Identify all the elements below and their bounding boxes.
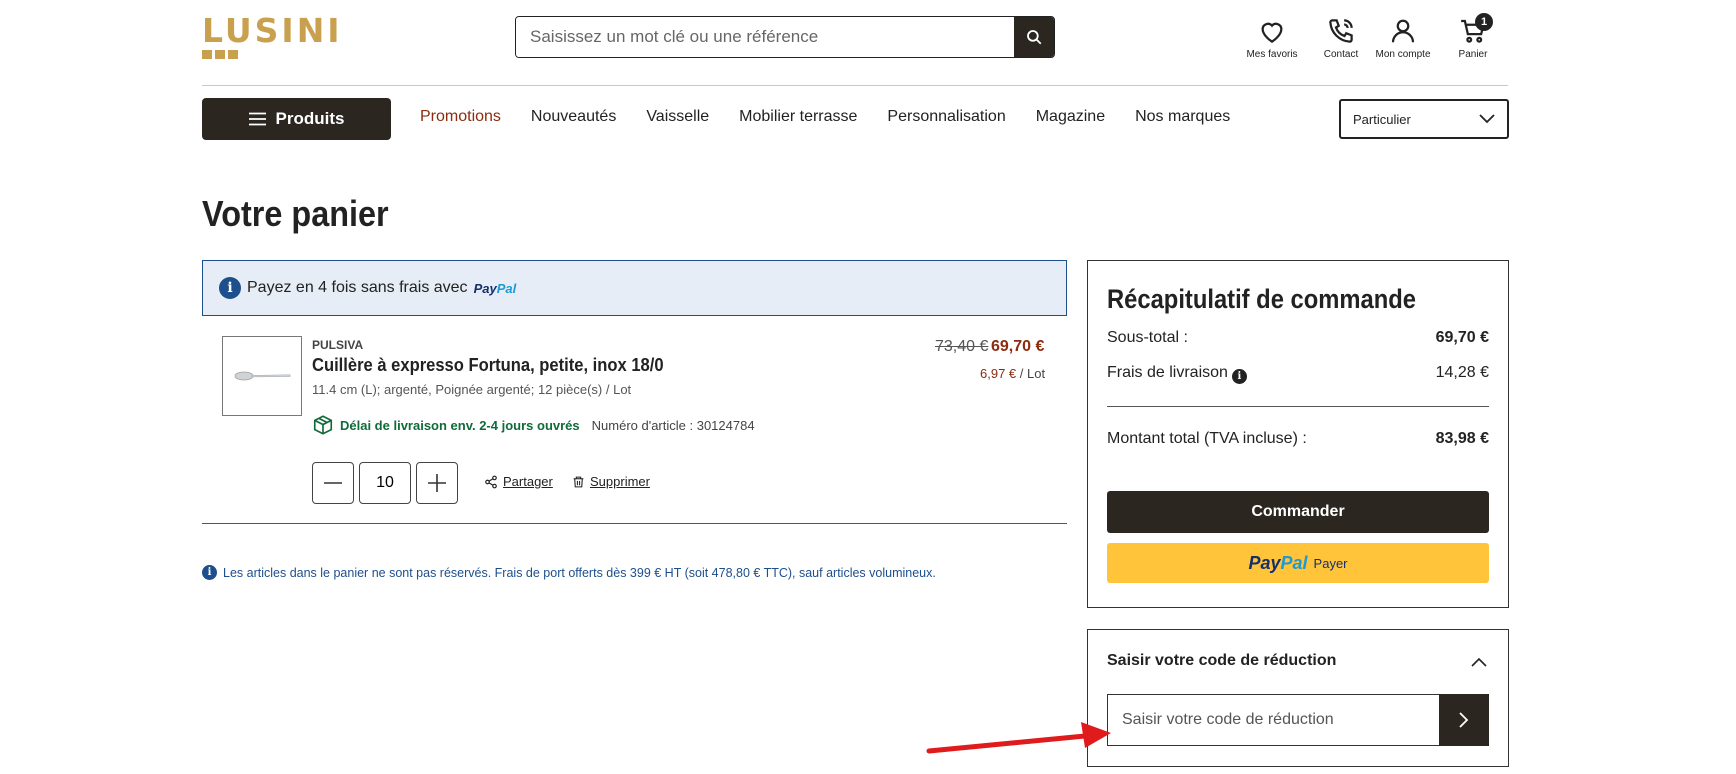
paypal-pay-label: Payer — [1313, 555, 1348, 571]
paypal-logo: PayPal — [474, 281, 517, 296]
current-price: 69,70 € — [991, 338, 1045, 355]
nav-item-nos-marques[interactable]: Nos marques — [1135, 108, 1230, 126]
cart-reservation-note: i Les articles dans le panier ne sont pa… — [202, 565, 936, 580]
delivery-time: Délai de livraison env. 2-4 jours ouvrés — [340, 417, 580, 433]
product-name[interactable]: Cuillère à expresso Fortuna, petite, ino… — [312, 355, 664, 376]
info-icon: i — [219, 277, 241, 299]
nav-item-vaisselle[interactable]: Vaisselle — [646, 108, 709, 126]
cart-link[interactable]: 1 Panier — [1443, 13, 1503, 60]
info-icon: i — [202, 565, 217, 580]
share-label: Partager — [503, 474, 553, 489]
discount-title[interactable]: Saisir votre code de réduction — [1107, 652, 1336, 670]
account-link[interactable]: Mon compte — [1373, 16, 1433, 60]
share-link[interactable]: Partager — [484, 474, 553, 489]
summary-title: Récapitulatif de commande — [1107, 284, 1416, 314]
unit-price-suffix: / Lot — [1016, 366, 1046, 381]
nav-item-mobilier-terrasse[interactable]: Mobilier terrasse — [739, 108, 857, 126]
cart-label: Panier — [1458, 49, 1488, 60]
delete-label: Supprimer — [590, 474, 650, 489]
subtotal-label: Sous-total : — [1107, 329, 1188, 346]
quantity-decrease-button[interactable] — [312, 462, 354, 504]
shipping-label-wrap: Frais de livraison i — [1107, 364, 1247, 384]
main-nav: Promotions Nouveautés Vaisselle Mobilier… — [420, 108, 1230, 126]
page-title: Votre panier — [202, 193, 389, 234]
paypal-installments-banner: i Payez en 4 fois sans frais avec PayPal — [202, 260, 1067, 316]
shipping-value: 14,28 € — [1435, 364, 1489, 381]
subtotal-row: Sous-total : 69,70 € — [1107, 329, 1489, 347]
minus-icon — [324, 482, 342, 484]
paypal-pay-button[interactable]: PayPal Payer — [1107, 543, 1489, 583]
unit-price: 6,97 € / Lot — [980, 366, 1045, 381]
paypal-logo: PayPal — [1248, 553, 1307, 574]
customer-type-value: Particulier — [1353, 111, 1411, 127]
chevron-down-icon — [1479, 114, 1495, 124]
product-brand: PULSIVA — [312, 338, 364, 352]
nav-item-nouveautes[interactable]: Nouveautés — [531, 108, 616, 126]
search-bar — [515, 16, 1055, 58]
delivery-info: Délai de livraison env. 2-4 jours ouvrés… — [312, 414, 755, 436]
chevron-up-icon — [1471, 657, 1487, 667]
nav-item-personnalisation[interactable]: Personnalisation — [887, 108, 1005, 126]
discount-collapse-toggle[interactable] — [1471, 654, 1487, 672]
lusini-logo[interactable]: LUSINI — [202, 14, 343, 59]
header-divider — [202, 85, 1508, 86]
old-price: 73,40 € — [935, 338, 989, 355]
summary-divider — [1107, 406, 1489, 407]
total-label: Montant total (TVA incluse) : — [1107, 430, 1307, 447]
unit-price-value: 6,97 € — [980, 366, 1017, 381]
delete-link[interactable]: Supprimer — [572, 474, 650, 489]
product-thumbnail[interactable] — [222, 336, 302, 416]
annotation-arrow — [926, 722, 1111, 754]
favorites-label: Mes favoris — [1246, 49, 1298, 60]
chevron-right-icon — [1459, 712, 1469, 728]
user-icon — [1391, 19, 1415, 43]
subtotal-value: 69,70 € — [1435, 329, 1489, 346]
order-button[interactable]: Commander — [1107, 491, 1489, 533]
hamburger-icon — [248, 112, 266, 126]
contact-link[interactable]: Contact — [1311, 16, 1371, 60]
paypal-logo-part2: Pal — [496, 280, 517, 296]
products-menu-button[interactable]: Produits — [202, 98, 391, 140]
product-description: 11.4 cm (L); argenté, Poignée argenté; 1… — [312, 382, 632, 397]
shipping-info-icon[interactable]: i — [1231, 369, 1247, 384]
shipping-label: Frais de livraison — [1107, 364, 1228, 381]
package-icon — [313, 415, 333, 435]
paypal-logo-part1: Pay — [473, 280, 497, 296]
account-label: Mon compte — [1375, 49, 1431, 60]
search-input[interactable] — [516, 17, 1014, 57]
total-value: 83,98 € — [1435, 430, 1489, 447]
article-number: Numéro d'article : 30124784 — [591, 417, 755, 433]
contact-label: Contact — [1323, 49, 1359, 60]
nav-item-promotions[interactable]: Promotions — [420, 108, 501, 126]
nav-item-magazine[interactable]: Magazine — [1036, 108, 1105, 126]
cart-note-text: Les articles dans le panier ne sont pas … — [223, 565, 936, 580]
plus-icon — [428, 474, 446, 492]
customer-type-select[interactable]: Particulier — [1339, 99, 1509, 139]
paypal-logo-part2: Pal — [1280, 552, 1308, 573]
phone-icon — [1329, 19, 1353, 43]
logo-text: LUSINI — [202, 11, 343, 50]
cart-count-badge: 1 — [1475, 13, 1493, 31]
quantity-increase-button[interactable] — [416, 462, 458, 504]
product-divider — [202, 523, 1067, 524]
paypal-logo-part1: Pay — [1248, 552, 1281, 573]
search-button[interactable] — [1014, 17, 1054, 57]
discount-code-input[interactable] — [1107, 694, 1439, 746]
favorites-link[interactable]: Mes favoris — [1242, 16, 1302, 60]
discount-submit-button[interactable] — [1439, 694, 1489, 746]
paypal-banner-text: Payez en 4 fois sans frais avec — [247, 279, 468, 296]
quantity-input[interactable] — [359, 462, 411, 504]
products-menu-label: Produits — [275, 109, 345, 128]
heart-icon — [1261, 22, 1283, 43]
logo-dots — [202, 50, 343, 59]
search-icon — [1027, 30, 1042, 45]
spoon-image — [234, 371, 291, 381]
share-icon — [485, 475, 497, 488]
shipping-row: Frais de livraison i 14,28 € — [1107, 364, 1489, 384]
total-row: Montant total (TVA incluse) : 83,98 € — [1107, 430, 1489, 448]
trash-icon — [573, 476, 584, 487]
